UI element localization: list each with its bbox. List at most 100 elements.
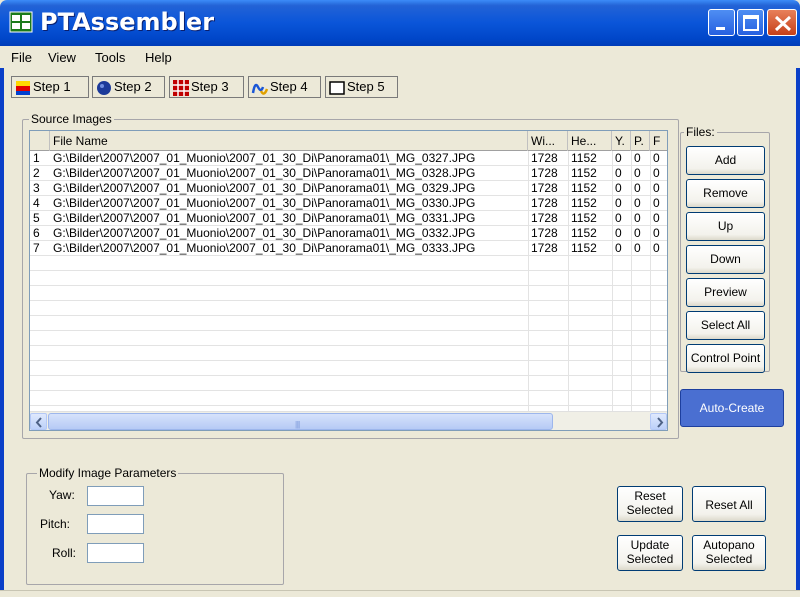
grid-line — [30, 390, 667, 391]
row-fov: 0 — [653, 211, 660, 225]
grid-line — [30, 165, 667, 166]
chevron-right-icon — [657, 417, 664, 428]
table-row[interactable]: 5 G:\Bilder\2007\2007_01_Muonio\2007_01_3… — [30, 211, 667, 226]
scroll-left-button[interactable] — [30, 413, 47, 430]
app-window: PTAssembler File View Tools Help Step 1 … — [0, 0, 800, 597]
row-fov: 0 — [653, 226, 660, 240]
row-file-name: G:\Bilder\2007\2007_01_Muonio\2007_01_30… — [53, 196, 476, 210]
reset-selected-line1: Reset — [634, 489, 666, 503]
row-height: 1152 — [571, 196, 597, 210]
close-button[interactable] — [767, 9, 797, 36]
header-index[interactable] — [30, 131, 50, 151]
table-row[interactable]: 1 G:\Bilder\2007\2007_01_Muonio\2007_01_3… — [30, 151, 667, 166]
row-height: 1152 — [571, 166, 597, 180]
grid-line — [30, 225, 667, 226]
row-index: 5 — [33, 211, 40, 225]
row-height: 1152 — [571, 241, 597, 255]
menu-view[interactable]: View — [48, 50, 76, 65]
header-file-name[interactable]: File Name — [50, 131, 528, 151]
row-fov: 0 — [653, 181, 660, 195]
remove-button[interactable]: Remove — [686, 179, 765, 208]
scroll-right-button[interactable] — [650, 413, 667, 430]
step-3-button[interactable]: Step 3 — [169, 76, 244, 98]
row-fov: 0 — [653, 151, 660, 165]
blank-frame-icon — [329, 81, 345, 95]
header-pitch[interactable]: P. — [631, 131, 650, 151]
add-button[interactable]: Add — [686, 146, 765, 175]
wave-icon — [251, 83, 269, 95]
row-yaw: 0 — [615, 151, 622, 165]
pitch-label: Pitch: — [40, 517, 71, 531]
grid-line — [30, 375, 667, 376]
grid-line — [30, 255, 667, 256]
horizontal-scrollbar[interactable]: |||| — [30, 411, 667, 430]
control-point-button[interactable]: Control Point — [686, 344, 765, 373]
down-button[interactable]: Down — [686, 245, 765, 274]
header-height[interactable]: He... — [568, 131, 612, 151]
table-row[interactable]: 7 G:\Bilder\2007\2007_01_Muonio\2007_01_3… — [30, 241, 667, 256]
autopano-selected-line2: Selected — [705, 552, 753, 566]
minimize-button[interactable] — [708, 9, 735, 36]
grid-line — [30, 345, 667, 346]
table-row[interactable]: 3 G:\Bilder\2007\2007_01_Muonio\2007_01_3… — [30, 181, 667, 196]
row-height: 1152 — [571, 151, 597, 165]
row-width: 1728 — [531, 211, 558, 225]
yaw-label: Yaw: — [49, 488, 75, 502]
row-index: 7 — [33, 241, 40, 255]
maximize-button[interactable] — [737, 9, 764, 36]
step-5-button[interactable]: Step 5 — [325, 76, 398, 98]
status-bar — [0, 590, 800, 597]
grid-line — [30, 285, 667, 286]
row-file-name: G:\Bilder\2007\2007_01_Muonio\2007_01_30… — [53, 241, 476, 255]
step-4-button[interactable]: Step 4 — [248, 76, 321, 98]
title-bar[interactable]: PTAssembler — [0, 0, 800, 46]
step-toolbar: Step 1 Step 2 Step 3 Step 4 Step 5 — [0, 68, 800, 100]
grid-line — [30, 315, 667, 316]
row-fov: 0 — [653, 196, 660, 210]
chevron-left-icon — [35, 417, 42, 428]
preview-button[interactable]: Preview — [686, 278, 765, 307]
menu-tools[interactable]: Tools — [95, 50, 125, 65]
row-pitch: 0 — [634, 181, 641, 195]
column-divider — [650, 151, 651, 411]
step-1-icon — [16, 81, 30, 95]
row-width: 1728 — [531, 151, 558, 165]
up-button[interactable]: Up — [686, 212, 765, 241]
roll-input[interactable] — [87, 543, 144, 563]
row-width: 1728 — [531, 166, 558, 180]
row-file-name: G:\Bilder\2007\2007_01_Muonio\2007_01_30… — [53, 226, 476, 240]
table-row[interactable]: 6 G:\Bilder\2007\2007_01_Muonio\2007_01_3… — [30, 226, 667, 241]
row-index: 2 — [33, 166, 40, 180]
pitch-input[interactable] — [87, 514, 144, 534]
grid-line — [30, 270, 667, 271]
update-selected-button[interactable]: Update Selected — [617, 535, 683, 571]
row-index: 1 — [33, 151, 40, 165]
header-fov[interactable]: F — [650, 131, 667, 151]
row-index: 6 — [33, 226, 40, 240]
auto-create-button[interactable]: Auto-Create — [680, 389, 784, 427]
select-all-button[interactable]: Select All — [686, 311, 765, 340]
step-2-button[interactable]: Step 2 — [92, 76, 165, 98]
reset-selected-button[interactable]: Reset Selected — [617, 486, 683, 522]
yaw-input[interactable] — [87, 486, 144, 506]
grid-line — [30, 300, 667, 301]
row-pitch: 0 — [634, 241, 641, 255]
menu-file[interactable]: File — [11, 50, 32, 65]
autopano-selected-button[interactable]: Autopano Selected — [692, 535, 766, 571]
window-frame-left — [0, 46, 4, 597]
grid-line — [30, 210, 667, 211]
table-row[interactable]: 4 G:\Bilder\2007\2007_01_Muonio\2007_01_3… — [30, 196, 667, 211]
window-frame-right — [796, 46, 800, 597]
menu-help[interactable]: Help — [145, 50, 172, 65]
reset-all-button[interactable]: Reset All — [692, 486, 766, 522]
grid-line — [30, 195, 667, 196]
header-width[interactable]: Wi... — [528, 131, 568, 151]
scroll-thumb[interactable]: |||| — [48, 413, 553, 430]
row-pitch: 0 — [634, 226, 641, 240]
source-images-list[interactable]: File Name Wi... He... Y. P. F 1 G:\Bilder… — [29, 130, 668, 431]
list-header: File Name Wi... He... Y. P. F — [30, 131, 667, 151]
table-row[interactable]: 2 G:\Bilder\2007\2007_01_Muonio\2007_01_3… — [30, 166, 667, 181]
header-yaw[interactable]: Y. — [612, 131, 631, 151]
row-yaw: 0 — [615, 166, 622, 180]
step-1-button[interactable]: Step 1 — [11, 76, 89, 98]
